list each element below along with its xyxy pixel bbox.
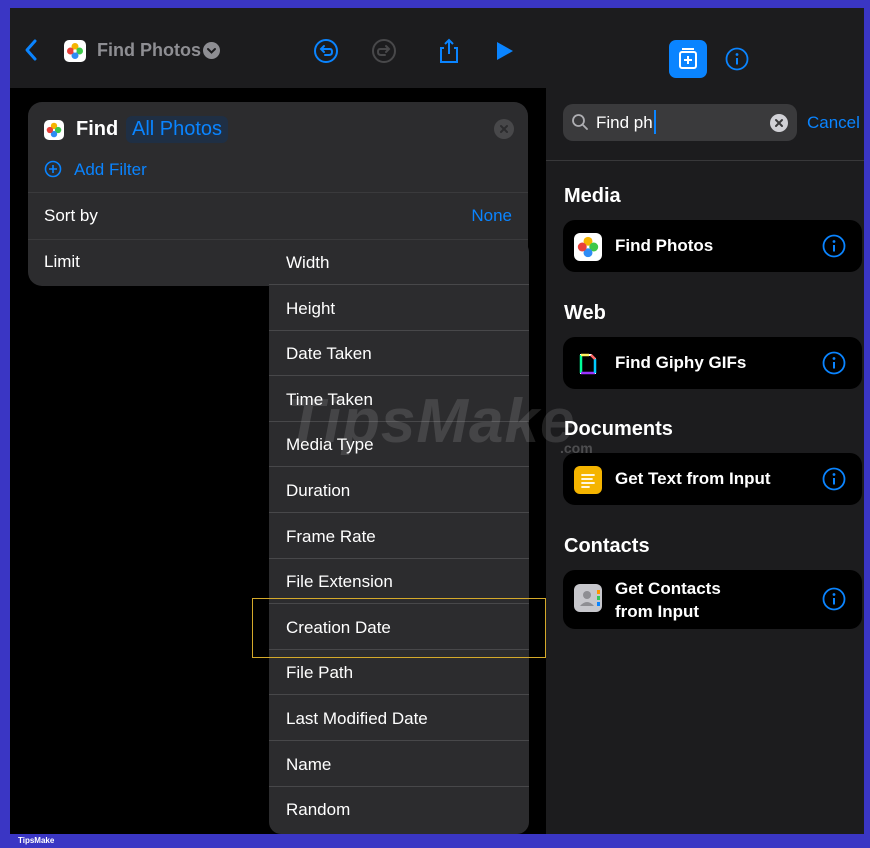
add-filter-plus-icon[interactable] (44, 160, 62, 178)
info-icon[interactable] (822, 351, 846, 375)
menu-item-label: Name (286, 754, 332, 774)
menu-item-width[interactable]: Width (269, 240, 529, 285)
photos-app-icon (44, 120, 64, 140)
run-play-icon[interactable] (492, 38, 518, 64)
clear-search-icon[interactable] (770, 114, 788, 132)
footer-brand: TipsMake (18, 836, 55, 845)
add-filter-button[interactable]: Add Filter (74, 160, 147, 180)
search-icon (572, 114, 588, 130)
menu-item-label: Height (286, 298, 336, 318)
watermark: TipsMake (286, 387, 576, 456)
divider (28, 192, 528, 193)
editor-toolbar (10, 8, 546, 88)
result-label-line-1: Get Contacts (615, 579, 721, 598)
limit-label[interactable]: Limit (44, 252, 80, 272)
giphy-app-icon (574, 350, 602, 378)
action-library-button[interactable] (669, 40, 707, 78)
contacts-app-icon (574, 584, 602, 612)
section-contacts-heading: Contacts (564, 535, 650, 557)
menu-item-label: Date Taken (286, 344, 372, 364)
menu-item-label: File Extension (286, 572, 393, 592)
back-chevron-icon[interactable] (24, 38, 38, 62)
footer-bar: TipsMake (0, 834, 870, 848)
divider (546, 160, 864, 161)
menu-item-name[interactable]: Name (269, 742, 529, 787)
sort-by-label: Sort by (44, 206, 98, 225)
result-label-line-2: from Input (615, 602, 700, 621)
title-menu-chevron-icon[interactable] (203, 42, 220, 59)
info-icon[interactable] (822, 587, 846, 611)
shortcut-title[interactable]: Find Photos (97, 40, 201, 61)
result-get-contacts-from-input[interactable]: Get Contacts from Input (563, 570, 862, 629)
find-label: Find (76, 118, 119, 140)
creation-date-highlight-box (252, 598, 546, 658)
remove-action-icon[interactable] (494, 119, 514, 139)
all-photos-parameter[interactable]: All Photos (126, 116, 229, 143)
result-find-giphy-gifs[interactable]: Find Giphy GIFs (563, 337, 862, 389)
menu-item-date-taken[interactable]: Date Taken (269, 331, 529, 377)
result-label: Get Text from Input (615, 469, 771, 488)
photos-app-icon (574, 233, 602, 261)
menu-item-label: Last Modified Date (286, 709, 428, 728)
share-icon[interactable] (436, 38, 462, 64)
menu-item-random[interactable]: Random (269, 787, 529, 832)
undo-icon[interactable] (313, 38, 339, 64)
redo-icon[interactable] (371, 38, 397, 64)
menu-item-label: Width (286, 253, 330, 272)
menu-item-frame-rate[interactable]: Frame Rate (269, 514, 529, 559)
menu-item-label: Duration (286, 481, 351, 500)
menu-item-label: File Path (286, 663, 354, 683)
cancel-search-button[interactable]: Cancel (807, 113, 860, 133)
section-web-heading: Web (564, 302, 606, 324)
result-label: Find Giphy GIFs (615, 353, 747, 372)
text-caret (654, 110, 656, 134)
details-info-icon[interactable] (725, 47, 749, 71)
photos-app-icon (64, 40, 86, 62)
search-input-value[interactable]: Find ph (596, 113, 653, 133)
menu-item-label: Random (286, 800, 351, 820)
info-icon[interactable] (822, 234, 846, 258)
info-icon[interactable] (822, 467, 846, 491)
text-document-icon (574, 466, 602, 494)
result-find-photos[interactable]: Find Photos (563, 220, 862, 272)
sort-by-value[interactable]: None (471, 206, 512, 226)
sort-by-menu: Width Height Date Taken Time Taken Media… (269, 240, 529, 834)
result-get-text-from-input[interactable]: Get Text from Input (563, 453, 862, 505)
watermark-domain: .com (560, 440, 593, 456)
section-media-heading: Media (564, 185, 621, 207)
menu-item-duration[interactable]: Duration (269, 468, 529, 513)
menu-item-last-modified-date[interactable]: Last Modified Date (269, 696, 529, 741)
menu-item-height[interactable]: Height (269, 286, 529, 331)
section-documents-heading: Documents (564, 418, 673, 440)
result-label: Find Photos (615, 236, 714, 255)
menu-item-label: Frame Rate (286, 526, 376, 546)
